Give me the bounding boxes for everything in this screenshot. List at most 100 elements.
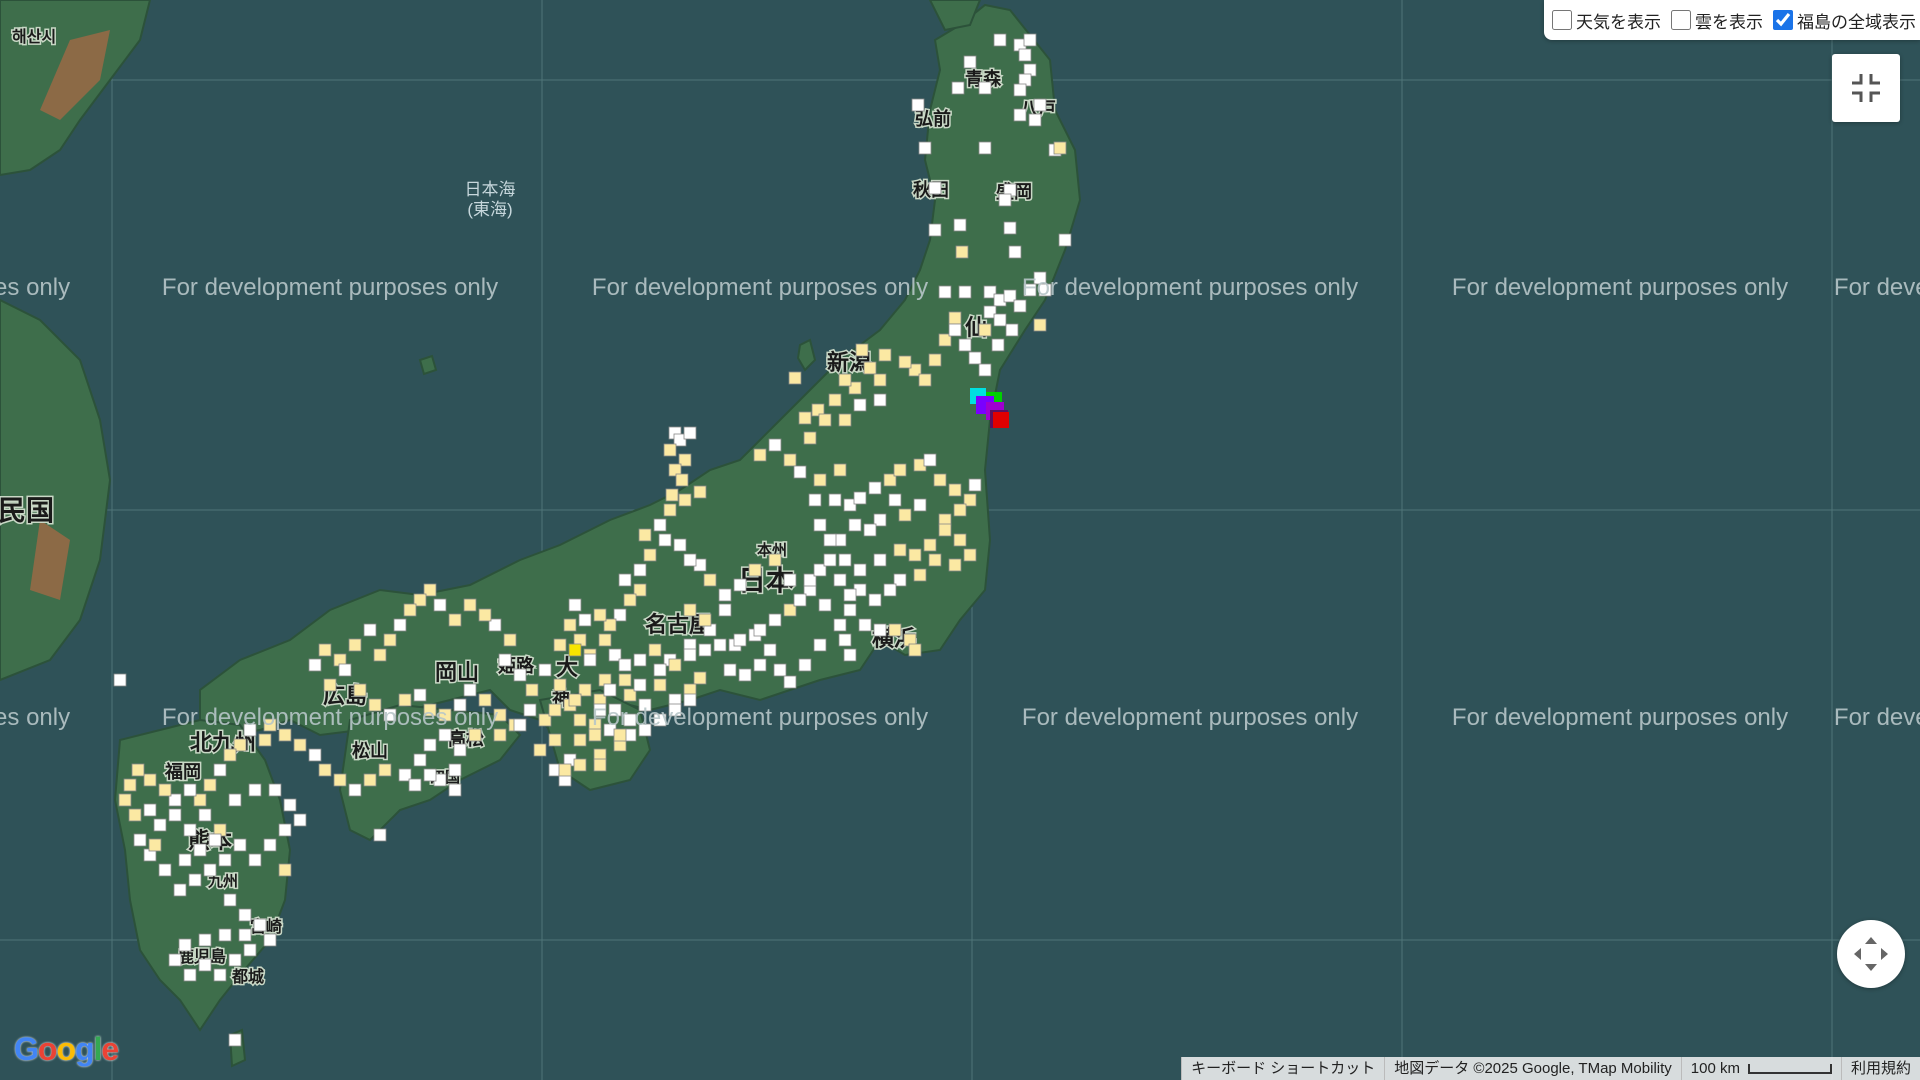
station-marker[interactable]: [293, 813, 307, 827]
station-marker[interactable]: [653, 518, 667, 532]
station-marker[interactable]: [318, 643, 332, 657]
station-marker[interactable]: [213, 763, 227, 777]
station-marker[interactable]: [178, 938, 192, 952]
station-marker[interactable]: [928, 181, 942, 195]
station-marker[interactable]: [198, 958, 212, 972]
station-marker[interactable]: [248, 783, 262, 797]
station-marker[interactable]: [918, 373, 932, 387]
station-marker[interactable]: [643, 548, 657, 562]
station-marker[interactable]: [843, 603, 857, 617]
station-marker[interactable]: [783, 675, 797, 689]
station-marker[interactable]: [853, 398, 867, 412]
station-marker[interactable]: [128, 808, 142, 822]
station-marker[interactable]: [503, 633, 517, 647]
station-marker[interactable]: [448, 763, 462, 777]
station-marker[interactable]: [838, 553, 852, 567]
station-marker[interactable]: [813, 518, 827, 532]
station-marker[interactable]: [873, 373, 887, 387]
station-marker[interactable]: [808, 493, 822, 507]
station-marker[interactable]: [463, 598, 477, 612]
station-marker[interactable]: [993, 313, 1007, 327]
station-marker[interactable]: [678, 493, 692, 507]
station-marker[interactable]: [938, 285, 952, 299]
station-marker[interactable]: [198, 808, 212, 822]
station-marker[interactable]: [268, 783, 282, 797]
station-marker[interactable]: [873, 393, 887, 407]
station-marker[interactable]: [308, 658, 322, 672]
station-marker[interactable]: [998, 193, 1012, 207]
station-marker[interactable]: [663, 503, 677, 517]
station-marker[interactable]: [693, 671, 707, 685]
station-marker[interactable]: [898, 355, 912, 369]
station-marker[interactable]: [448, 783, 462, 797]
station-marker[interactable]: [958, 285, 972, 299]
station-marker[interactable]: [653, 663, 667, 677]
station-marker[interactable]: [733, 578, 747, 592]
station-marker[interactable]: [878, 348, 892, 362]
station-marker[interactable]: [348, 783, 362, 797]
station-marker[interactable]: [463, 683, 477, 697]
station-marker[interactable]: [748, 563, 762, 577]
station-marker[interactable]: [698, 643, 712, 657]
cloud-checkbox[interactable]: [1671, 10, 1691, 30]
station-marker[interactable]: [563, 618, 577, 632]
station-marker[interactable]: [378, 763, 392, 777]
station-marker[interactable]: [568, 598, 582, 612]
station-marker[interactable]: [788, 371, 802, 385]
station-marker[interactable]: [978, 323, 992, 337]
station-marker[interactable]: [408, 778, 422, 792]
station-marker[interactable]: [855, 343, 869, 357]
station-marker[interactable]: [228, 793, 242, 807]
station-marker[interactable]: [853, 563, 867, 577]
station-marker[interactable]: [188, 873, 202, 887]
station-marker[interactable]: [683, 553, 697, 567]
station-marker[interactable]: [653, 678, 667, 692]
fukushima-toggle[interactable]: 福島の全域表示: [1773, 8, 1916, 33]
station-marker[interactable]: [1003, 221, 1017, 235]
station-marker[interactable]: [683, 426, 697, 440]
station-marker[interactable]: [153, 818, 167, 832]
station-marker[interactable]: [618, 673, 632, 687]
map-canvas[interactable]: 해산시 民国 日本海 (東海) 青森 弘前 八戸 秋田 盛岡 仙 新潟 日本 本…: [0, 0, 1920, 1080]
station-marker[interactable]: [963, 548, 977, 562]
station-marker[interactable]: [928, 223, 942, 237]
google-logo[interactable]: Google: [14, 1031, 119, 1068]
station-marker[interactable]: [523, 703, 537, 717]
station-marker[interactable]: [908, 548, 922, 562]
station-marker[interactable]: [968, 351, 982, 365]
station-marker[interactable]: [783, 573, 797, 587]
station-marker[interactable]: [833, 618, 847, 632]
station-marker[interactable]: [403, 603, 417, 617]
station-marker[interactable]: [693, 485, 707, 499]
station-marker[interactable]: [603, 683, 617, 697]
station-marker[interactable]: [948, 311, 962, 325]
station-marker[interactable]: [583, 653, 597, 667]
station-marker[interactable]: [168, 953, 182, 967]
station-marker[interactable]: [933, 473, 947, 487]
station-marker[interactable]: [248, 853, 262, 867]
station-marker[interactable]: [263, 933, 277, 947]
station-marker[interactable]: [498, 653, 512, 667]
fukushima-checkbox[interactable]: [1773, 10, 1793, 30]
weather-checkbox[interactable]: [1552, 10, 1572, 30]
station-marker[interactable]: [573, 733, 587, 747]
station-marker[interactable]: [798, 658, 812, 672]
station-marker[interactable]: [955, 245, 969, 259]
station-marker[interactable]: [718, 603, 732, 617]
station-marker[interactable]: [703, 573, 717, 587]
station-marker[interactable]: [883, 583, 897, 597]
station-marker[interactable]: [673, 538, 687, 552]
station-marker[interactable]: [253, 918, 267, 932]
station-marker[interactable]: [928, 353, 942, 367]
station-marker[interactable]: [993, 33, 1007, 47]
station-marker[interactable]: [868, 593, 882, 607]
weather-toggle[interactable]: 天気を表示: [1552, 8, 1661, 33]
station-marker[interactable]: [278, 863, 292, 877]
station-marker[interactable]: [803, 431, 817, 445]
station-marker[interactable]: [133, 833, 147, 847]
cloud-toggle[interactable]: 雲を表示: [1671, 8, 1763, 33]
station-marker[interactable]: [951, 81, 965, 95]
station-marker[interactable]: [843, 648, 857, 662]
station-marker[interactable]: [898, 508, 912, 522]
station-marker[interactable]: [633, 563, 647, 577]
